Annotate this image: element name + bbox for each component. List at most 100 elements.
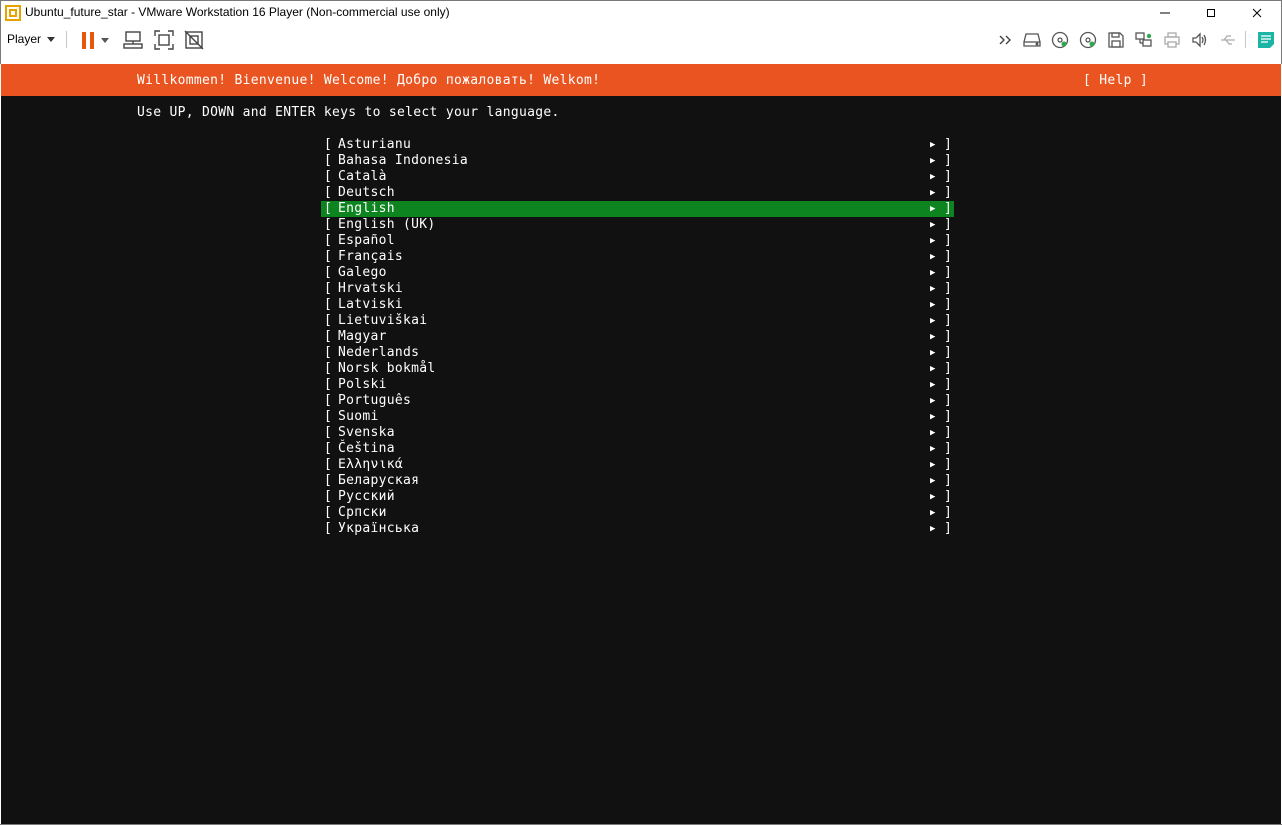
- language-item[interactable]: [Nederlands ▶]: [321, 345, 954, 361]
- arrow-right-icon: ▶: [930, 268, 936, 278]
- language-item[interactable]: [Deutsch ▶]: [321, 185, 954, 201]
- language-item[interactable]: [Lietuviškai ▶]: [321, 313, 954, 329]
- cd-dvd-icon: [1051, 31, 1069, 49]
- sound-card-icon: [1192, 32, 1207, 48]
- vm-console[interactable]: Willkommen! Bienvenue! Welcome! Добро по…: [1, 64, 1281, 824]
- language-label: Català: [338, 169, 387, 184]
- player-menu-label: Player: [7, 32, 42, 46]
- language-label: Српски: [338, 505, 387, 520]
- language-label: Magyar: [338, 329, 387, 344]
- fullscreen-button[interactable]: [153, 29, 175, 51]
- arrow-right-icon: ▶: [930, 332, 936, 342]
- arrow-right-icon: ▶: [930, 364, 936, 374]
- arrow-right-icon: ▶: [930, 524, 936, 534]
- arrow-right-icon: ▶: [930, 396, 936, 406]
- language-label: Русский: [338, 489, 395, 504]
- floppy-button[interactable]: [1105, 29, 1127, 51]
- printer-icon: [1164, 32, 1180, 48]
- language-label: Bahasa Indonesia: [338, 153, 469, 168]
- chevron-down-icon: [47, 36, 56, 42]
- window-title: Ubuntu_future_star - VMware Workstation …: [25, 5, 450, 19]
- vmware-player-icon: [5, 5, 21, 21]
- arrow-right-icon: ▶: [930, 444, 936, 454]
- minimize-button[interactable]: [1142, 1, 1188, 25]
- close-icon: [1252, 8, 1262, 18]
- language-item[interactable]: [Suomi ▶]: [321, 409, 954, 425]
- language-item[interactable]: [Polski ▶]: [321, 377, 954, 393]
- language-label: Français: [338, 249, 404, 264]
- toolbar-divider-right: [1245, 31, 1246, 48]
- language-label: Hrvatski: [338, 281, 404, 296]
- language-item[interactable]: [Español ▶]: [321, 233, 954, 249]
- language-label: Deutsch: [338, 185, 395, 200]
- network-adapter-button[interactable]: [1133, 29, 1155, 51]
- language-item[interactable]: [Українська ▶]: [321, 521, 954, 537]
- language-list: [Asturianu ▶] [Bahasa Indonesia ▶] [Català…: [321, 137, 954, 537]
- arrow-right-icon: ▶: [930, 412, 936, 422]
- language-item-selected[interactable]: [English ▶]: [321, 201, 954, 217]
- language-item[interactable]: [Српски ▶]: [321, 505, 954, 521]
- language-label: Lietuviškai: [338, 313, 428, 328]
- usb-icon: [1221, 35, 1235, 45]
- language-item[interactable]: [Hrvatski ▶]: [321, 281, 954, 297]
- arrow-right-icon: ▶: [930, 284, 936, 294]
- unity-icon: [184, 30, 204, 50]
- language-item[interactable]: [Català ▶]: [321, 169, 954, 185]
- dropdown-arrow-icon: [101, 37, 109, 43]
- pause-icon: [82, 31, 94, 49]
- sound-card-button[interactable]: [1189, 29, 1211, 51]
- arrow-right-icon: ▶: [930, 508, 936, 518]
- arrow-right-icon: ▶: [930, 476, 936, 486]
- player-menu-button[interactable]: Player: [7, 30, 56, 48]
- language-item[interactable]: [Ελληνικά ▶]: [321, 457, 954, 473]
- fullscreen-icon: [154, 30, 174, 50]
- arrow-right-icon: ▶: [930, 252, 936, 262]
- arrow-right-icon: ▶: [930, 156, 936, 166]
- window-title-bar: Ubuntu_future_star - VMware Workstation …: [0, 0, 1282, 24]
- language-item[interactable]: [Galego ▶]: [321, 265, 954, 281]
- network-adapter-icon: [1135, 32, 1152, 47]
- language-item[interactable]: [Norsk bokmål ▶]: [321, 361, 954, 377]
- message-log-button[interactable]: [1255, 29, 1277, 51]
- arrow-right-icon: ▶: [930, 236, 936, 246]
- close-button[interactable]: [1234, 1, 1280, 25]
- usb-button[interactable]: [1217, 29, 1239, 51]
- arrow-right-icon: ▶: [930, 428, 936, 438]
- cd-dvd-2-button[interactable]: [1077, 29, 1099, 51]
- language-item[interactable]: [Русский ▶]: [321, 489, 954, 505]
- language-item[interactable]: [Беларуская ▶]: [321, 473, 954, 489]
- message-log-icon: [1258, 32, 1274, 48]
- language-item[interactable]: [Asturianu ▶]: [321, 137, 954, 153]
- language-label: Galego: [338, 265, 387, 280]
- player-toolbar: Player: [0, 24, 1282, 55]
- unity-button[interactable]: [183, 29, 205, 51]
- language-label: Беларуская: [338, 473, 420, 488]
- language-item[interactable]: [Português ▶]: [321, 393, 954, 409]
- installer-banner: Willkommen! Bienvenue! Welcome! Добро по…: [1, 64, 1281, 96]
- power-options-dropdown[interactable]: [98, 29, 112, 51]
- printer-button[interactable]: [1161, 29, 1183, 51]
- arrow-right-icon: ▶: [930, 492, 936, 502]
- send-ctrl-alt-del-button[interactable]: [122, 29, 144, 51]
- pause-button[interactable]: [77, 29, 99, 51]
- language-item[interactable]: [Latviski ▶]: [321, 297, 954, 313]
- send-ctrl-alt-del-icon: [123, 31, 143, 49]
- arrow-right-icon: ▶: [930, 316, 936, 326]
- language-item[interactable]: [Français ▶]: [321, 249, 954, 265]
- arrow-right-icon: ▶: [930, 204, 936, 214]
- more-devices-button[interactable]: [995, 29, 1017, 51]
- help-button[interactable]: [ Help ]: [1083, 73, 1148, 88]
- language-item[interactable]: [Svenska ▶]: [321, 425, 954, 441]
- language-item[interactable]: [Bahasa Indonesia ▶]: [321, 153, 954, 169]
- hard-disk-button[interactable]: [1021, 29, 1043, 51]
- language-item[interactable]: [Magyar ▶]: [321, 329, 954, 345]
- cd-dvd-button[interactable]: [1049, 29, 1071, 51]
- language-item[interactable]: [English (UK) ▶]: [321, 217, 954, 233]
- cd-dvd-2-icon: [1079, 31, 1097, 49]
- floppy-icon: [1108, 32, 1124, 48]
- language-item[interactable]: [Čeština ▶]: [321, 441, 954, 457]
- maximize-button[interactable]: [1188, 1, 1234, 25]
- language-label: Asturianu: [338, 137, 412, 152]
- language-label: Português: [338, 393, 412, 408]
- language-label: Nederlands: [338, 345, 420, 360]
